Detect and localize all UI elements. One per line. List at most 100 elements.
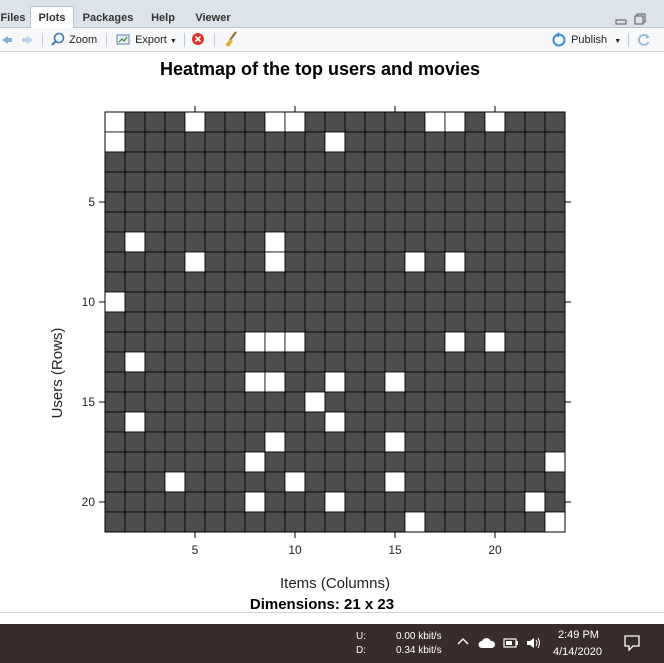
heatmap-cell: [224, 191, 246, 213]
heatmap-cell: [404, 351, 426, 373]
heatmap-cell: [524, 451, 546, 473]
heatmap-cell: [184, 251, 206, 273]
heatmap-cell: [344, 411, 366, 433]
heatmap-cell: [244, 411, 266, 433]
heatmap-cell: [464, 211, 486, 233]
heatmap-cell: [284, 411, 306, 433]
tab-help[interactable]: Help: [142, 6, 184, 28]
clock-date[interactable]: 4/14/2020: [553, 646, 602, 658]
zoom-button[interactable]: Zoom: [50, 28, 97, 52]
heatmap-cell: [544, 171, 566, 193]
heatmap-cell: [404, 231, 426, 253]
heatmap-cell: [204, 251, 226, 273]
heatmap-cell: [364, 451, 386, 473]
heatmap-cell: [524, 271, 546, 293]
heatmap-cell: [444, 391, 466, 413]
heatmap-cell: [404, 131, 426, 153]
heatmap-cell: [244, 391, 266, 413]
heatmap-cell: [444, 331, 466, 353]
heatmap-cell: [524, 311, 546, 333]
clear-all-plots-button[interactable]: [222, 28, 240, 52]
refresh-icon[interactable]: [636, 28, 652, 52]
heatmap-cell: [364, 131, 386, 153]
heatmap-cell: [444, 131, 466, 153]
heatmap-cell: [464, 491, 486, 513]
heatmap-cell: [164, 231, 186, 253]
heatmap-cell: [384, 251, 406, 273]
heatmap-cell: [504, 271, 526, 293]
heatmap-cell: [164, 271, 186, 293]
heatmap-cell: [104, 211, 126, 233]
heatmap-cell: [324, 411, 346, 433]
export-icon: [116, 34, 130, 45]
heatmap-cell: [144, 211, 166, 233]
heatmap-cell: [464, 371, 486, 393]
heatmap-cell: [304, 351, 326, 373]
tab-plots[interactable]: Plots: [30, 6, 74, 29]
heatmap-cell: [544, 111, 566, 133]
heatmap-cell: [224, 331, 246, 353]
heatmap-cell: [344, 111, 366, 133]
heatmap-cell: [464, 151, 486, 173]
heatmap-cell: [544, 491, 566, 513]
heatmap-cell: [204, 371, 226, 393]
heatmap-cell: [524, 231, 546, 253]
heatmap-cell: [364, 211, 386, 233]
heatmap-cell: [204, 111, 226, 133]
heatmap-cell: [544, 191, 566, 213]
onedrive-cloud-icon[interactable]: [478, 637, 496, 652]
heatmap-cell: [324, 331, 346, 353]
heatmap-cell: [284, 191, 306, 213]
tab-viewer[interactable]: Viewer: [186, 6, 240, 28]
heatmap-cell: [164, 211, 186, 233]
notification-center-icon[interactable]: [624, 635, 640, 654]
heatmap-cell: [244, 451, 266, 473]
heatmap-cell: [384, 431, 406, 453]
heatmap-cell: [344, 471, 366, 493]
tab-files[interactable]: Files: [0, 6, 30, 28]
heatmap-cell: [244, 271, 266, 293]
heatmap-cell: [364, 411, 386, 433]
heatmap-cell: [104, 491, 126, 513]
heatmap-cell: [344, 351, 366, 373]
heatmap-cell: [244, 211, 266, 233]
heatmap-cell: [504, 191, 526, 213]
heatmap-cell: [244, 311, 266, 333]
heatmap-cell: [344, 131, 366, 153]
heatmap-cell: [344, 511, 366, 533]
heatmap-cell: [264, 371, 286, 393]
heatmap-cell: [344, 491, 366, 513]
battery-icon[interactable]: [503, 637, 519, 652]
publish-button[interactable]: Publish ▼: [550, 28, 621, 52]
back-arrow-icon[interactable]: [0, 28, 12, 52]
heatmap-cell: [224, 391, 246, 413]
volume-icon[interactable]: [525, 636, 543, 653]
heatmap-cell: [104, 171, 126, 193]
heatmap-cell: [144, 131, 166, 153]
heatmap-cell: [404, 311, 426, 333]
show-hidden-icons-chevron-icon[interactable]: [457, 636, 469, 649]
heatmap-cell: [304, 231, 326, 253]
heatmap-cell: [364, 151, 386, 173]
heatmap-cell: [344, 311, 366, 333]
heatmap-cell: [524, 511, 546, 533]
heatmap-cell: [384, 231, 406, 253]
chart-subtitle: Dimensions: 21 x 23: [250, 596, 394, 612]
tab-packages[interactable]: Packages: [76, 6, 140, 28]
heatmap-cell: [204, 311, 226, 333]
heatmap-cell: [124, 411, 146, 433]
heatmap-cell: [144, 411, 166, 433]
heatmap-cell: [344, 251, 366, 273]
heatmap-cell: [344, 171, 366, 193]
remove-plot-button[interactable]: [190, 28, 206, 52]
heatmap-cell: [304, 111, 326, 133]
heatmap-cell: [344, 211, 366, 233]
heatmap-cell: [204, 511, 226, 533]
forward-arrow-icon[interactable]: [20, 28, 36, 52]
heatmap-cell: [264, 331, 286, 353]
heatmap-cell: [164, 311, 186, 333]
export-button[interactable]: Export ▼: [114, 28, 177, 52]
clock-time[interactable]: 2:49 PM: [558, 629, 599, 641]
heatmap-cell: [484, 131, 506, 153]
heatmap-cell: [124, 511, 146, 533]
